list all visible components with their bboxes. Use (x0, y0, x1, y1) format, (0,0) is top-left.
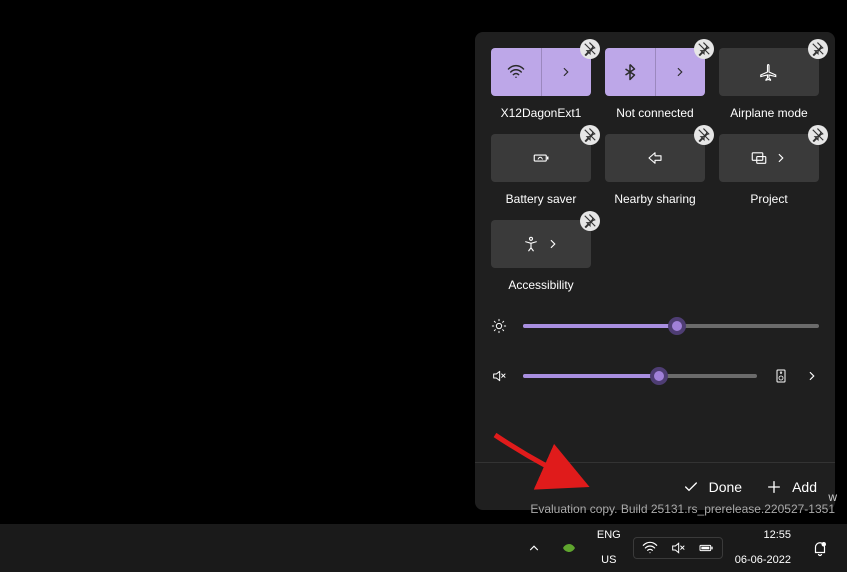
lang-bottom: US (601, 554, 616, 567)
unpin-airplane-button[interactable] (808, 39, 828, 59)
volume-thumb[interactable] (650, 367, 668, 385)
checkmark-icon (683, 479, 699, 495)
sliders-section (491, 318, 819, 384)
unpin-accessibility-button[interactable] (580, 211, 600, 231)
time: 12:55 (763, 529, 791, 542)
brightness-slider[interactable] (523, 324, 819, 328)
tile-accessibility-wrap: Accessibility (491, 220, 591, 292)
tray-overflow[interactable] (519, 539, 549, 557)
wifi-icon (642, 540, 658, 556)
nearby-share-icon (646, 149, 664, 167)
volume-muted-icon (670, 540, 686, 556)
unpin-project-button[interactable] (808, 125, 828, 145)
unpin-icon (583, 128, 597, 142)
accessibility-icon (522, 235, 540, 253)
chevron-right-icon (559, 65, 573, 79)
battery-saver-icon (532, 149, 550, 167)
tile-project-wrap: Project (719, 134, 819, 206)
notifications-icon (811, 539, 829, 557)
unpin-nearby-sharing-button[interactable] (694, 125, 714, 145)
chevron-right-icon[interactable] (805, 369, 819, 383)
quick-settings-panel: X12DagonExt1 Not connected (475, 32, 835, 510)
battery-saver-tile[interactable] (491, 134, 591, 182)
chevron-right-icon (673, 65, 687, 79)
battery-saver-label: Battery saver (506, 192, 577, 206)
volume-slider[interactable] (523, 374, 757, 378)
done-label: Done (709, 479, 742, 495)
clock[interactable]: 12:55 06-06-2022 (727, 527, 799, 569)
project-tile[interactable] (719, 134, 819, 182)
nvidia-icon (561, 540, 577, 556)
bluetooth-toggle[interactable] (605, 48, 656, 96)
nearby-sharing-tile[interactable] (605, 134, 705, 182)
unpin-icon (583, 42, 597, 56)
date: 06-06-2022 (735, 554, 791, 567)
bluetooth-tile[interactable] (605, 48, 705, 96)
taskbar: ENG US 12:55 06-06-2022 (0, 524, 847, 572)
system-tray[interactable] (633, 537, 723, 559)
volume-row (491, 368, 819, 384)
desktop-watermark: Evaluation copy. Build 25131.rs_prerelea… (530, 502, 835, 516)
wifi-icon (507, 63, 525, 81)
language-switcher[interactable]: ENG US (589, 527, 629, 568)
airplane-icon (760, 63, 778, 81)
airplane-tile[interactable] (719, 48, 819, 96)
notifications-button[interactable] (803, 537, 837, 559)
add-button[interactable]: Add (766, 479, 817, 495)
battery-icon (698, 540, 714, 556)
unpin-icon (811, 42, 825, 56)
volume-muted-icon (491, 368, 507, 384)
airplane-label: Airplane mode (730, 106, 807, 120)
unpin-icon (583, 214, 597, 228)
brightness-icon (491, 318, 507, 334)
bluetooth-icon (621, 63, 639, 81)
accessibility-label: Accessibility (508, 278, 573, 292)
unpin-wifi-button[interactable] (580, 39, 600, 59)
audio-output-icon[interactable] (773, 368, 789, 384)
chevron-up-icon (527, 541, 541, 555)
project-label: Project (750, 192, 787, 206)
tile-bluetooth-wrap: Not connected (605, 48, 705, 120)
unpin-icon (697, 128, 711, 142)
accessibility-tile[interactable] (491, 220, 591, 268)
unpin-icon (811, 128, 825, 142)
brightness-fill (523, 324, 677, 328)
wifi-label: X12DagonExt1 (501, 106, 582, 120)
chevron-right-icon (546, 237, 560, 251)
brightness-row (491, 318, 819, 334)
unpin-icon (697, 42, 711, 56)
wifi-tile[interactable] (491, 48, 591, 96)
bluetooth-label: Not connected (616, 106, 693, 120)
add-label: Add (792, 479, 817, 495)
wifi-toggle[interactable] (491, 48, 542, 96)
unpin-battery-saver-button[interactable] (580, 125, 600, 145)
volume-fill (523, 374, 659, 378)
tile-battery-saver-wrap: Battery saver (491, 134, 591, 206)
quick-settings-tiles: X12DagonExt1 Not connected (491, 48, 819, 292)
tile-wifi-wrap: X12DagonExt1 (491, 48, 591, 120)
unpin-bluetooth-button[interactable] (694, 39, 714, 59)
tile-airplane-wrap: Airplane mode (719, 48, 819, 120)
tile-nearby-sharing-wrap: Nearby sharing (605, 134, 705, 206)
lang-top: ENG (597, 529, 621, 542)
nearby-sharing-label: Nearby sharing (614, 192, 695, 206)
tray-nvidia[interactable] (553, 538, 585, 558)
plus-icon (766, 479, 782, 495)
chevron-right-icon (774, 151, 788, 165)
project-icon (750, 149, 768, 167)
done-button[interactable]: Done (683, 479, 742, 495)
brightness-thumb[interactable] (668, 317, 686, 335)
